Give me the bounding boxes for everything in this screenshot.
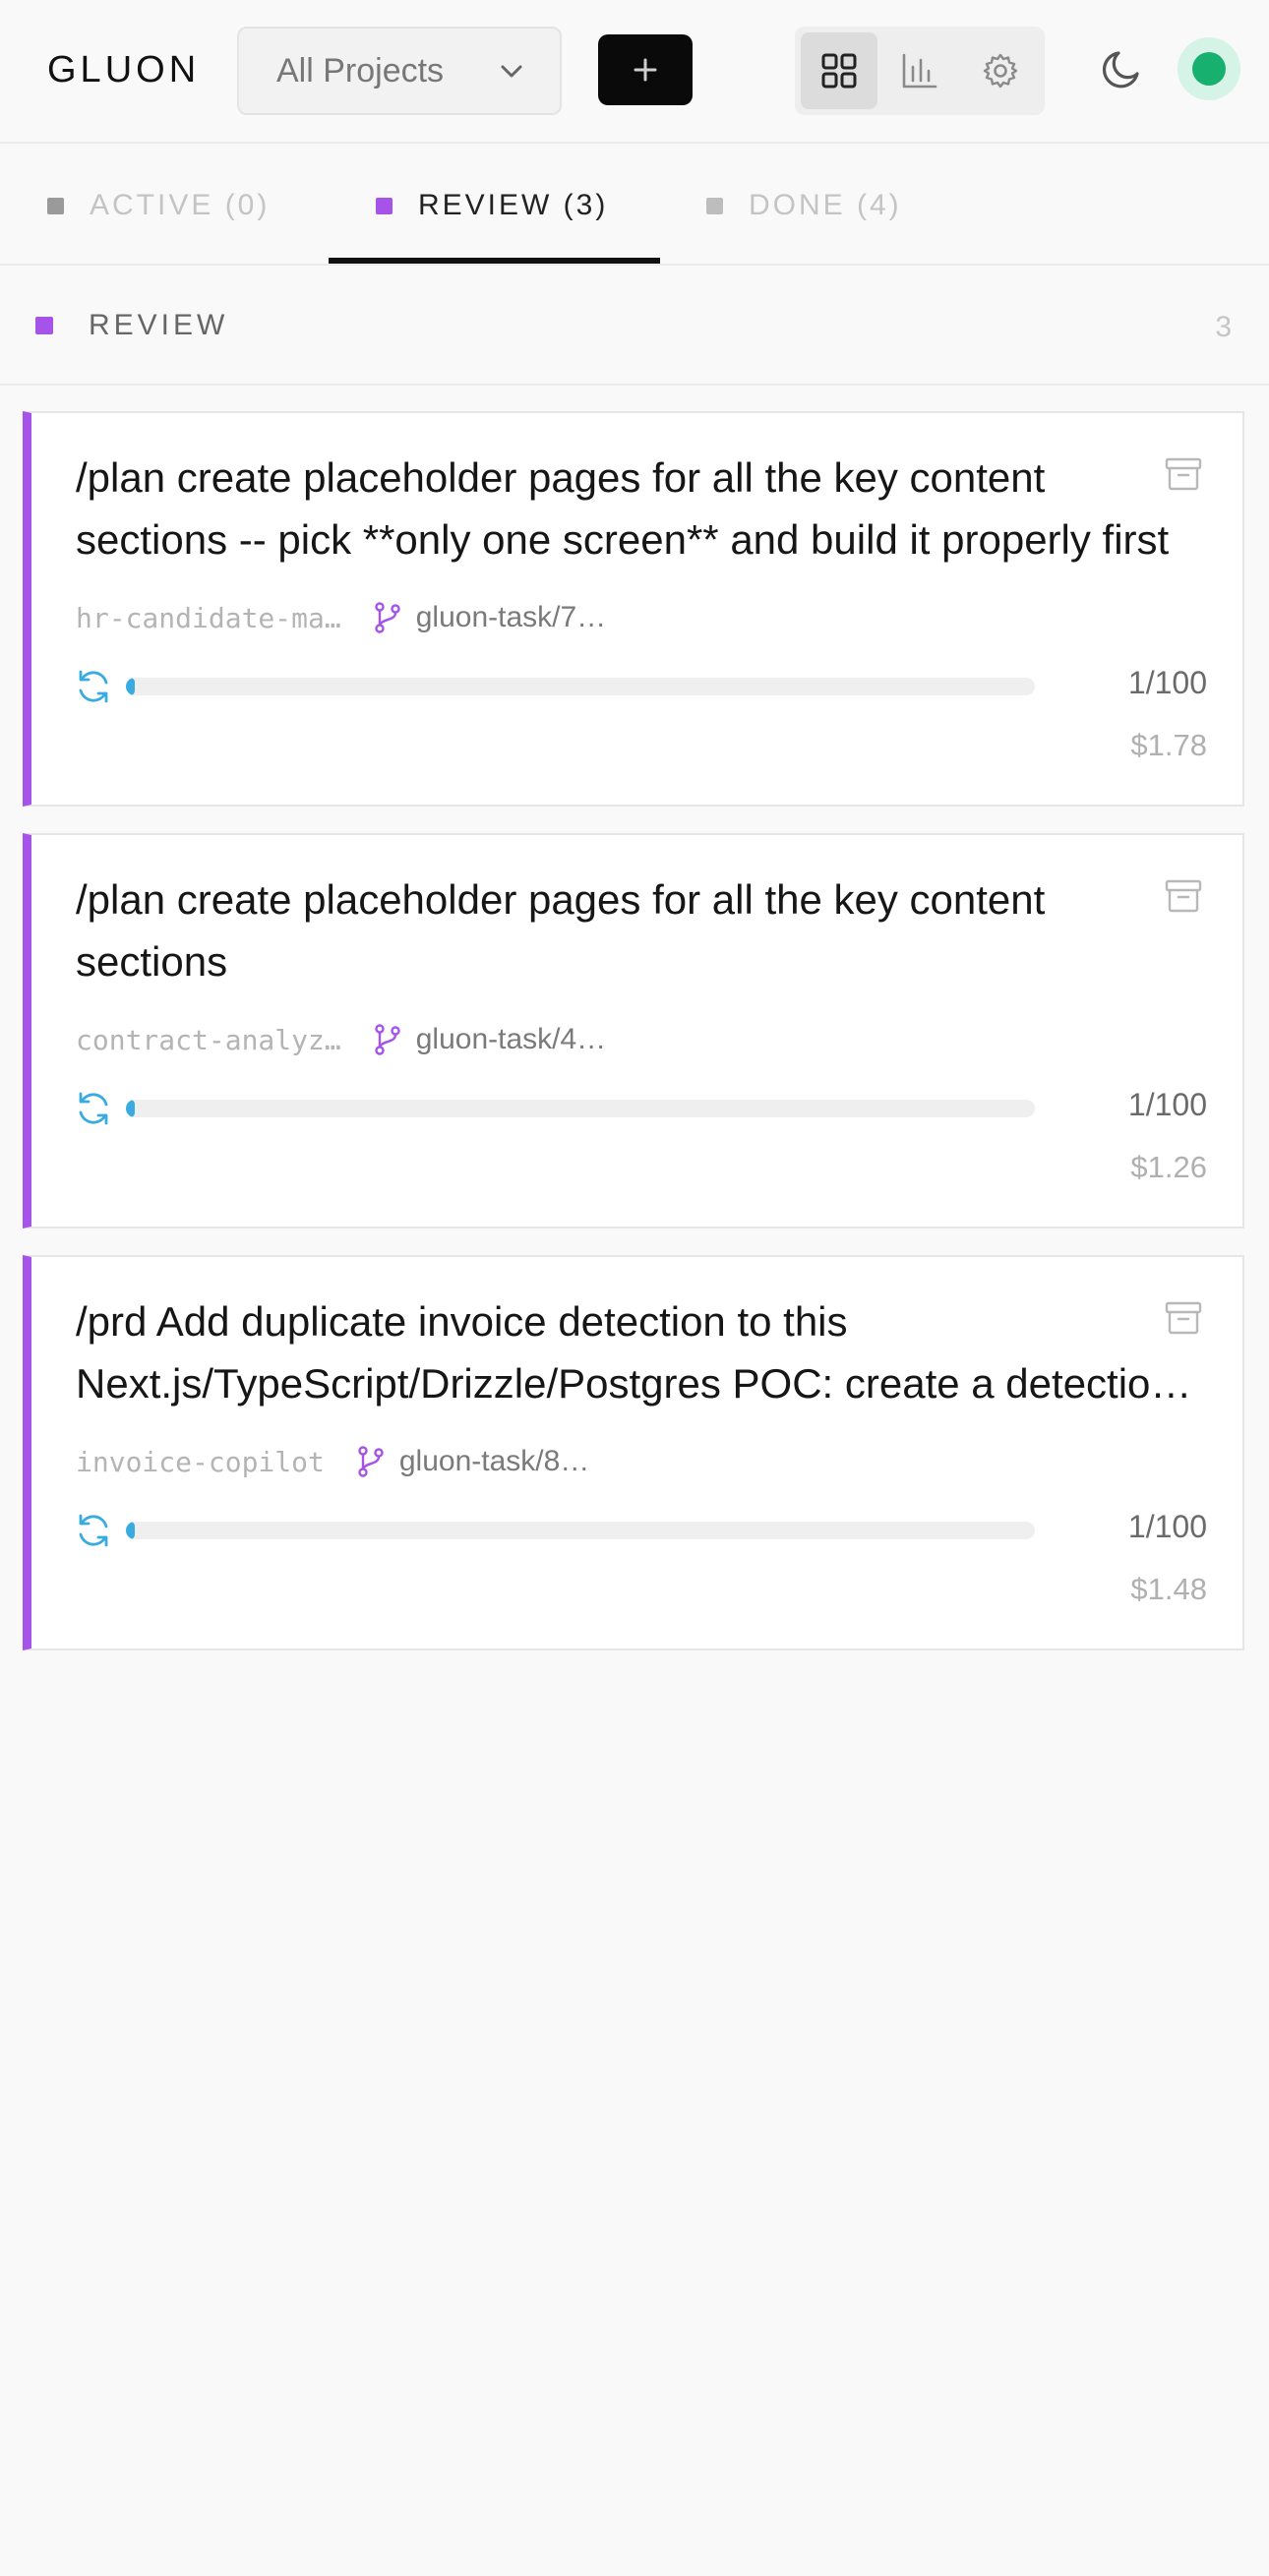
task-meta: invoice-copilot gluon-task/8… bbox=[76, 1442, 589, 1481]
progress-fill bbox=[126, 1100, 136, 1117]
refresh-icon bbox=[79, 1514, 108, 1547]
moon-icon bbox=[1102, 51, 1139, 89]
bar-chart-icon bbox=[902, 53, 937, 89]
task-cost: $1.48 bbox=[1130, 1572, 1207, 1606]
branch-name: gluon-task/4… bbox=[415, 1023, 607, 1055]
progress-fill bbox=[126, 678, 136, 695]
project-name: hr-candidate-ma… bbox=[76, 601, 341, 634]
top-bar: GLUON All Projects bbox=[0, 0, 1269, 144]
progress-label: 1/100 bbox=[1127, 1087, 1207, 1122]
task-meta: contract-analyz… gluon-task/4… bbox=[76, 1020, 606, 1059]
column-header: REVIEW 3 bbox=[0, 268, 1269, 386]
tab-color-marker bbox=[706, 197, 723, 214]
git-branch-icon bbox=[358, 1446, 384, 1477]
active-tab-indicator bbox=[329, 258, 660, 264]
git-branch-icon bbox=[375, 1024, 400, 1055]
progress-bar bbox=[126, 678, 1035, 695]
tab-color-marker bbox=[376, 197, 393, 214]
gear-icon bbox=[983, 53, 1018, 89]
app-logo[interactable]: GLUON bbox=[47, 49, 200, 91]
column-color-marker bbox=[35, 317, 53, 334]
status-dot bbox=[1192, 52, 1226, 86]
task-card[interactable]: /prd Add duplicate invoice detection to … bbox=[23, 1255, 1244, 1650]
settings-button[interactable] bbox=[962, 32, 1039, 109]
view-switcher bbox=[795, 27, 1045, 115]
new-task-button[interactable] bbox=[598, 34, 693, 105]
git-branch-icon bbox=[375, 602, 400, 633]
progress-bar bbox=[126, 1100, 1035, 1117]
stats-view-button[interactable] bbox=[881, 32, 958, 109]
task-meta: hr-candidate-ma… gluon-task/7… bbox=[76, 598, 606, 637]
archive-icon[interactable] bbox=[1164, 876, 1203, 916]
board-view-button[interactable] bbox=[801, 32, 877, 109]
branch-name: gluon-task/7… bbox=[415, 601, 607, 633]
task-card[interactable]: /plan create placeholder pages for all t… bbox=[23, 411, 1244, 807]
task-card[interactable]: /plan create placeholder pages for all t… bbox=[23, 833, 1244, 1228]
chevron-down-icon bbox=[501, 65, 522, 78]
progress-label: 1/100 bbox=[1127, 665, 1207, 700]
refresh-icon bbox=[79, 670, 108, 703]
tab-done[interactable]: DONE (4) bbox=[706, 146, 902, 266]
status-tabs: ACTIVE (0) REVIEW (3) DONE (4) bbox=[0, 146, 1269, 266]
tab-active[interactable]: ACTIVE (0) bbox=[47, 146, 270, 266]
progress-bar bbox=[126, 1522, 1035, 1539]
task-cost: $1.78 bbox=[1130, 728, 1207, 762]
task-title: /plan create placeholder pages for all t… bbox=[76, 454, 1170, 563]
refresh-icon bbox=[79, 1092, 108, 1125]
tab-label: ACTIVE (0) bbox=[90, 189, 271, 221]
grid-icon bbox=[821, 53, 857, 89]
tab-review[interactable]: REVIEW (3) bbox=[376, 146, 608, 266]
project-name: invoice-copilot bbox=[76, 1445, 325, 1478]
connection-status-indicator bbox=[1178, 37, 1240, 100]
progress-label: 1/100 bbox=[1127, 1509, 1207, 1544]
plus-icon bbox=[634, 58, 657, 82]
tab-label: REVIEW (3) bbox=[418, 189, 609, 221]
task-title: /plan create placeholder pages for all t… bbox=[76, 876, 1046, 985]
tab-color-marker bbox=[47, 197, 64, 214]
task-cost: $1.26 bbox=[1130, 1150, 1207, 1184]
archive-icon[interactable] bbox=[1164, 1298, 1203, 1338]
archive-icon[interactable] bbox=[1164, 454, 1203, 494]
column-count: 3 bbox=[1215, 311, 1232, 343]
branch-name: gluon-task/8… bbox=[398, 1445, 590, 1477]
project-select[interactable]: All Projects bbox=[237, 27, 562, 115]
progress-fill bbox=[126, 1522, 136, 1539]
theme-toggle-button[interactable] bbox=[1096, 43, 1147, 94]
tab-label: DONE (4) bbox=[749, 189, 902, 221]
column-title: REVIEW bbox=[89, 309, 229, 341]
task-title: /prd Add duplicate invoice detection to … bbox=[76, 1298, 1174, 1407]
project-select-label: All Projects bbox=[276, 51, 445, 90]
project-name: contract-analyz… bbox=[76, 1023, 341, 1056]
